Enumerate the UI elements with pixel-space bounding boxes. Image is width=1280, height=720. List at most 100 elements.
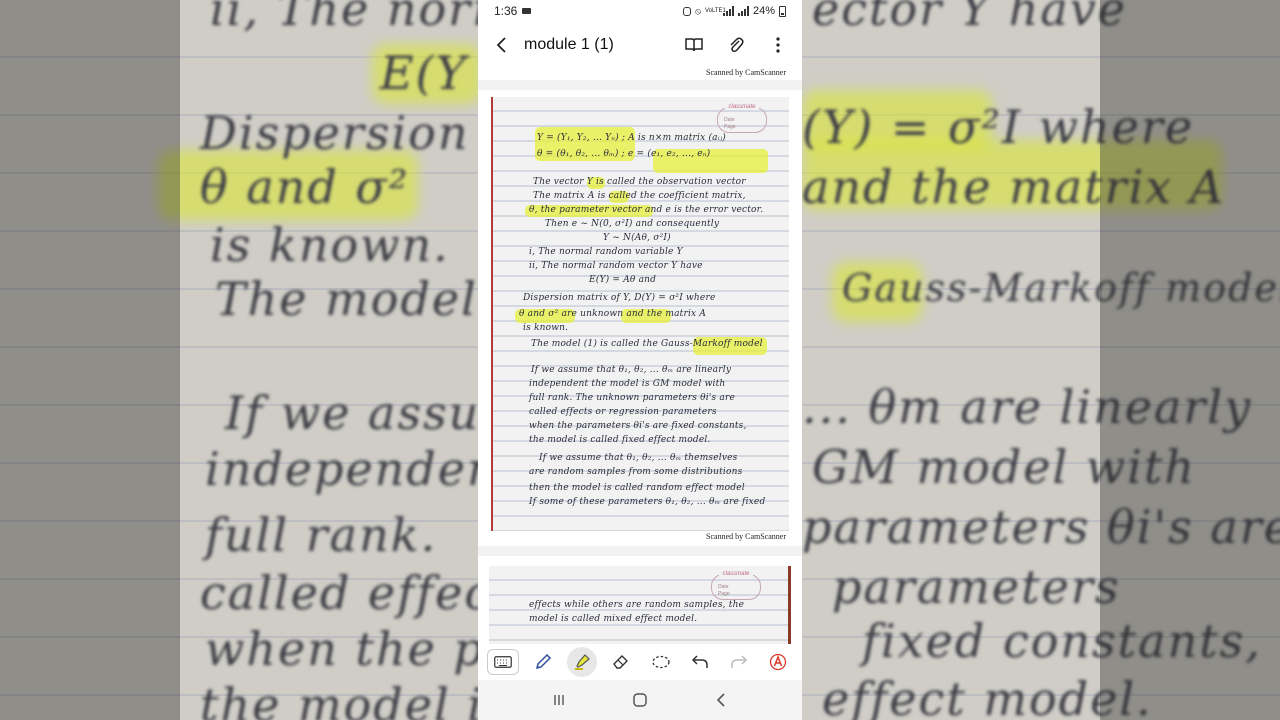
highlighter-button[interactable] <box>567 647 598 677</box>
handwritten-line: The vector Y is called the observation v… <box>533 177 746 187</box>
back-icon <box>717 693 725 707</box>
redo-icon <box>731 655 748 668</box>
more-options-button[interactable] <box>766 33 790 57</box>
system-back-button[interactable] <box>709 688 733 712</box>
scanned-by-label: Scanned by CamScanner <box>706 68 786 77</box>
mute-icon: ⦸ <box>695 5 701 16</box>
bg-text: called effects <box>200 566 478 620</box>
notebook-brand: classmate <box>725 104 759 110</box>
handwritten-line: ii, The normal random vector Y have <box>529 261 703 271</box>
status-time: 1:36 <box>494 4 518 18</box>
recent-apps-button[interactable] <box>547 688 571 712</box>
redo-button[interactable] <box>724 647 754 677</box>
handwritten-line: full rank. The unknown parameters θi's a… <box>529 393 736 403</box>
handwritten-line: then the model is called random effect m… <box>529 483 745 493</box>
handwritten-line: when the parameters θi's are fixed const… <box>529 421 747 431</box>
bg-text: If we assum <box>225 386 478 440</box>
bg-text: θ and σ² <box>200 160 410 214</box>
eraser-button[interactable] <box>606 647 636 677</box>
bg-text: The model ( <box>215 272 478 326</box>
more-vertical-icon <box>776 37 780 53</box>
handwritten-line: the model is called fixed effect model. <box>529 435 711 445</box>
notebook-header-box: classmate Date Page <box>717 104 767 133</box>
lasso-icon <box>651 655 670 669</box>
handwritten-line: are random samples from some distributio… <box>529 467 743 477</box>
keyboard-icon <box>493 656 512 668</box>
text-recognition-button[interactable] <box>763 647 793 677</box>
bg-text: parameters <box>832 560 1121 614</box>
handwritten-line: The model (1) is called the Gauss-Markof… <box>531 339 763 349</box>
pen-button[interactable] <box>528 647 558 677</box>
handwritten-line: θ and σ² are unknown and the matrix A <box>519 309 707 319</box>
handwritten-line: θ, the parameter vector and e is the err… <box>529 205 764 215</box>
document-viewer[interactable]: Scanned by CamScanner classmate Date Pag… <box>478 68 802 644</box>
status-bar: 1:36 ⦸ VoLTE1 24% <box>478 0 802 22</box>
undo-button[interactable] <box>685 647 715 677</box>
handwritten-line: independent the model is GM model with <box>529 379 726 389</box>
handwritten-line: If we assume that θ₁, θ₂, ... θₘ themsel… <box>539 453 738 463</box>
video-icon <box>522 8 532 14</box>
handwritten-line: θ = (θ₁, θ₂, ... θₘ) ; e = (e₁, e₂, ...,… <box>537 149 711 159</box>
scanned-by-label: Scanned by CamScanner <box>706 532 786 541</box>
date-field-label: Date <box>724 117 735 123</box>
back-button[interactable] <box>490 33 514 57</box>
battery-percent: 24% <box>752 5 775 17</box>
handwritten-line: model is called mixed effect model. <box>529 614 698 624</box>
handwritten-line: Dispersion matrix of Y, D(Y) = σ²I where <box>523 293 716 303</box>
handwritten-line: If we assume that θ₁, θ₂, ... θₘ are lin… <box>531 365 732 375</box>
home-icon <box>633 693 647 707</box>
bg-shade <box>1100 0 1280 720</box>
battery-icon <box>779 5 786 17</box>
handwritten-line: Y = (Y₁, Y₂, ... Yₙ) ; A is n×m matrix (… <box>537 133 727 143</box>
bg-text: full rank. <box>205 508 438 562</box>
bg-text: ii, The norm <box>210 0 478 36</box>
page-field-label: Page <box>724 124 736 130</box>
undo-icon <box>691 655 708 668</box>
bg-text: Dispersion m <box>200 106 478 160</box>
network-label: VoLTE1 <box>704 8 726 14</box>
alarm-icon <box>683 6 692 16</box>
system-nav-bar <box>478 680 802 720</box>
handwritten-line: Y ~ N(Aθ, σ²I) <box>603 233 671 243</box>
date-field-label: Date <box>718 584 729 590</box>
document-page: classmate Date Page Y = (Y₁, Y₂, ... Yₙ)… <box>478 90 802 546</box>
phone-screen: 1:36 ⦸ VoLTE1 24% module 1 (1) Scanned b… <box>478 0 802 720</box>
annotation-toolbar <box>478 644 802 680</box>
home-button[interactable] <box>628 688 652 712</box>
background-left: ii, The norm E(Y Dispersion m θ and σ² i… <box>0 0 478 720</box>
handwritten-line: If some of these parameters θ₁, θ₂, ... … <box>529 497 766 507</box>
highlighter-icon <box>575 654 591 670</box>
paperclip-icon <box>730 37 744 53</box>
reading-mode-button[interactable] <box>682 33 706 57</box>
document-page-next: classmate Date Page effects while others… <box>478 556 802 644</box>
signal-icon <box>722 6 734 16</box>
bg-text: is known. <box>210 218 450 272</box>
notebook-scan: classmate Date Page effects while others… <box>489 566 791 644</box>
app-bar: module 1 (1) <box>478 22 802 68</box>
page-field-label: Page <box>718 591 730 597</box>
eraser-icon <box>613 655 629 669</box>
bg-text: ector Y have <box>812 0 1128 36</box>
bg-shade <box>0 0 180 720</box>
text-recognition-icon <box>770 653 787 671</box>
keyboard-button[interactable] <box>486 649 519 675</box>
book-icon <box>685 38 703 52</box>
notebook-scan: classmate Date Page Y = (Y₁, Y₂, ... Yₙ)… <box>491 97 789 531</box>
handwritten-line: i, The normal random variable Y <box>529 247 683 257</box>
lasso-button[interactable] <box>646 647 676 677</box>
attach-button[interactable] <box>724 33 748 57</box>
bg-text: when the pa <box>205 622 478 676</box>
chevron-left-icon <box>496 37 506 53</box>
background-right: ector Y have (Y) = σ²I where and the mat… <box>802 0 1280 720</box>
document-page-prev: Scanned by CamScanner <box>478 68 802 80</box>
handwritten-line: The matrix A is called the coefficient m… <box>533 191 746 201</box>
signal-icon <box>737 6 749 16</box>
document-title: module 1 (1) <box>524 36 614 53</box>
handwritten-line: E(Y) = Aθ and <box>589 275 657 285</box>
handwritten-line: is known. <box>523 323 569 333</box>
pen-icon <box>535 653 551 670</box>
bg-text: E(Y <box>380 46 468 100</box>
notebook-header-box: classmate Date Page <box>711 571 761 600</box>
handwritten-line: effects while others are random samples,… <box>529 600 745 610</box>
handwritten-line: called effects or regression parameters <box>529 407 717 417</box>
